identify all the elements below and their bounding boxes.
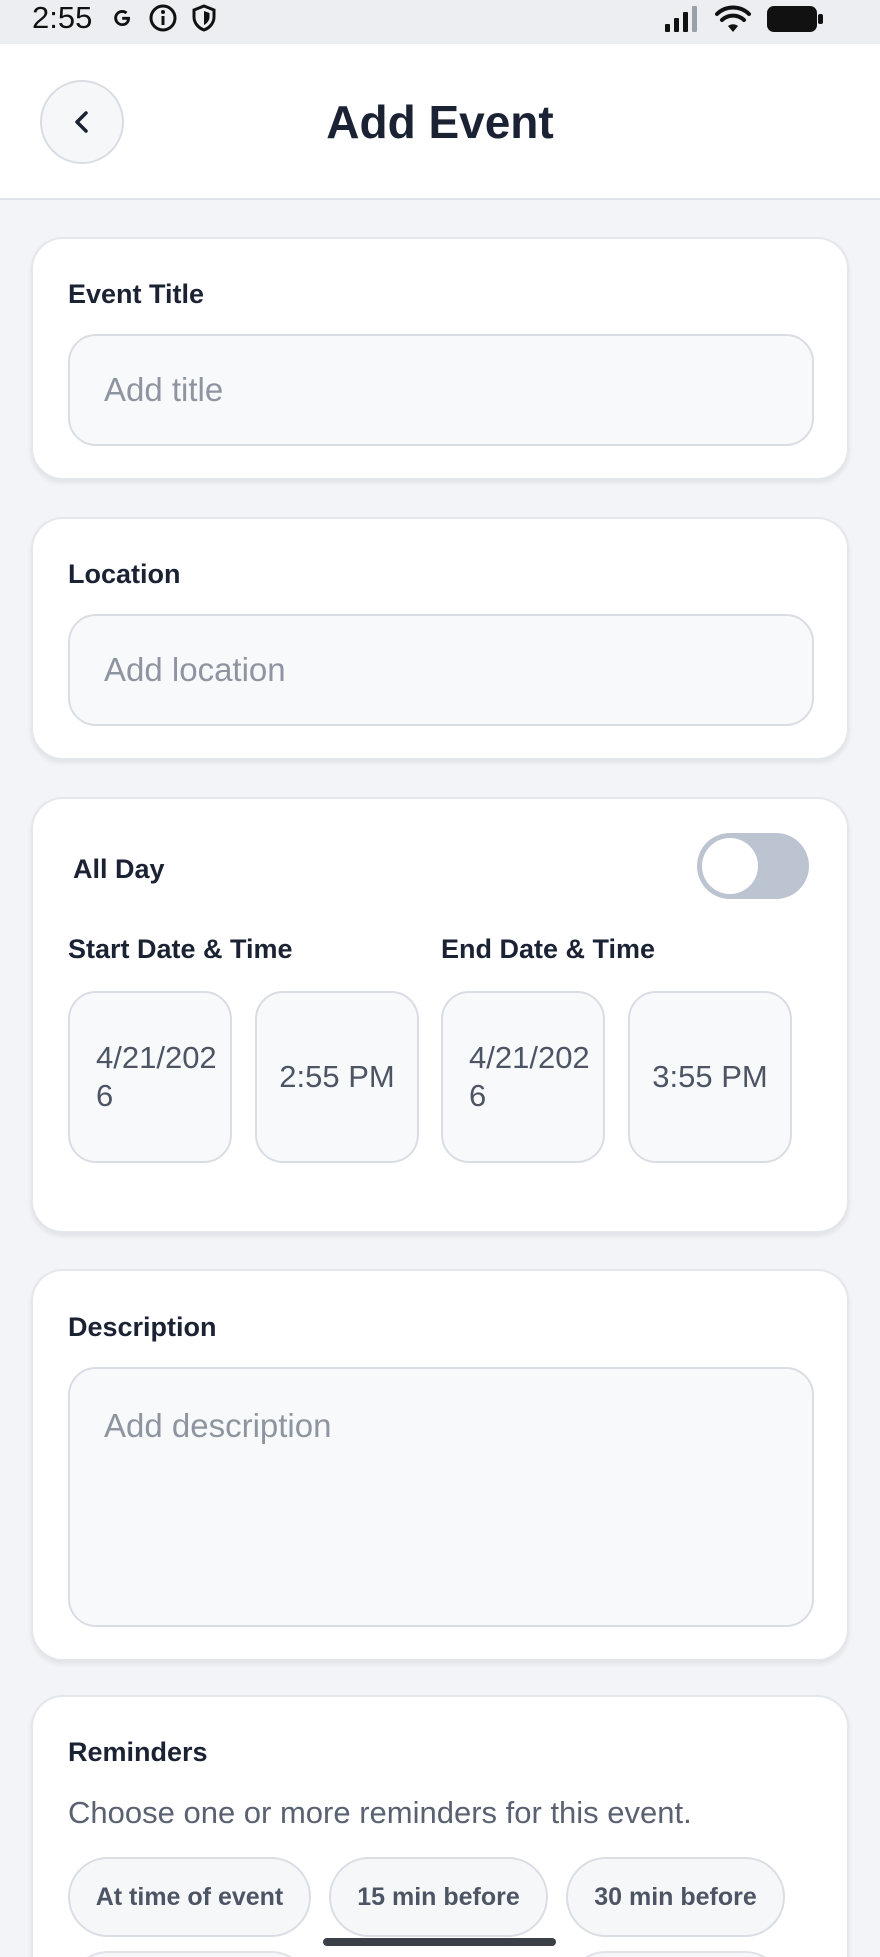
start-date-field[interactable]: 4/21/2026 [68,991,232,1163]
home-indicator [323,1938,556,1946]
reminders-label: Reminders [68,1737,208,1767]
start-time-field[interactable]: 2:55 PM [255,991,419,1163]
all-day-label: All Day [73,854,165,884]
location-card: Location Add location [31,517,849,760]
signal-icon [665,6,697,32]
reminders-card: Reminders Choose one or more reminders f… [31,1695,849,1957]
location-label: Location [68,559,181,589]
all-day-toggle[interactable] [697,833,809,899]
toggle-knob [702,838,758,894]
app-header: Add Event [0,44,880,200]
event-title-label: Event Title [68,279,205,309]
status-bar: 2:55 [0,0,880,44]
description-input[interactable]: Add description [68,1367,814,1627]
google-icon [114,10,131,26]
event-title-card: Event Title Add title [31,237,849,480]
status-time: 2:55 [32,0,93,35]
end-time-field[interactable]: 3:55 PM [628,991,792,1163]
page-title: Add Event [326,96,554,148]
end-date-time-label: End Date & Time [441,934,656,964]
info-icon [149,4,177,32]
reminder-chip[interactable]: 15 min before [329,1857,548,1937]
reminders-helper-text: Choose one or more reminders for this ev… [68,1795,692,1830]
end-date-field[interactable]: 4/21/2026 [441,991,605,1163]
reminder-chip-partial[interactable] [566,1951,785,1957]
event-title-input[interactable]: Add title [68,334,814,446]
shield-icon [192,4,216,32]
schedule-card: All Day Start Date & Time End Date & Tim… [31,797,849,1233]
status-icons-left [108,3,218,33]
reminder-chip-partial[interactable] [68,1951,311,1957]
battery-icon [767,6,823,32]
status-icons-right [664,4,824,34]
reminder-chip[interactable]: 30 min before [566,1857,785,1937]
reminder-chip[interactable]: At time of event [68,1857,311,1937]
wifi-icon [715,5,751,32]
description-label: Description [68,1312,217,1342]
start-date-time-label: Start Date & Time [68,934,293,964]
description-card: Description Add description [31,1269,849,1661]
location-input[interactable]: Add location [68,614,814,726]
